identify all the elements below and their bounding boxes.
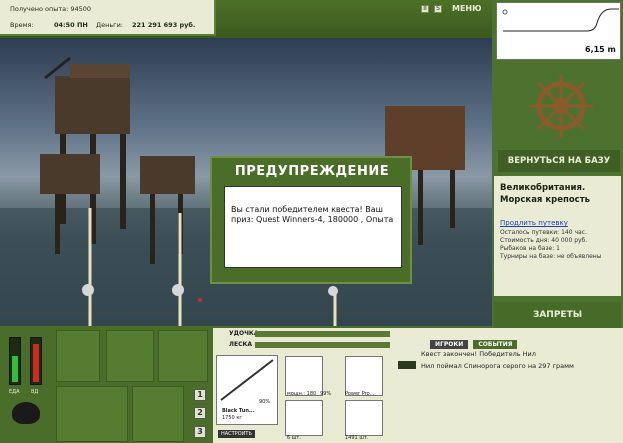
vd-gauge — [30, 337, 42, 385]
line-label: ЛЕСКА — [229, 341, 253, 348]
rod-slot-1-button[interactable]: 1 — [194, 389, 206, 401]
reel-cell[interactable] — [285, 356, 323, 396]
warning-dialog: ПРЕДУПРЕЖДЕНИЕ Вы стали победителем квес… — [210, 156, 412, 284]
location-name: Великобритания. Морская крепость — [500, 183, 591, 205]
tab-players[interactable]: ИГРОКИ — [430, 340, 469, 349]
bag-slot[interactable] — [106, 330, 154, 382]
reel-percent: 99% — [320, 391, 332, 397]
return-to-base-button[interactable]: ВЕРНУТЬСЯ НА БАЗУ — [498, 150, 620, 172]
line-cell[interactable] — [345, 356, 383, 396]
backpack-slot[interactable] — [56, 330, 100, 382]
bucket-slot[interactable] — [132, 386, 184, 442]
info-line: Рыбаков на базе: 1 — [500, 245, 560, 252]
log-message: Квест закончен! Победитель Нил — [421, 350, 536, 358]
hook-caption: 6 шт. — [287, 435, 301, 441]
food-gauge — [9, 337, 21, 385]
rod-case-slot[interactable] — [158, 330, 208, 382]
info-line: Турниры на базе: не объявлены — [500, 253, 602, 260]
info-line: Стоимость дня: 40 000 руб. — [500, 237, 588, 244]
log-message: Нил поймал Спинорога серого на 297 грамм — [421, 362, 574, 370]
extend-trip-link[interactable]: Продлить путевку — [500, 219, 568, 227]
bait-cell[interactable] — [345, 400, 383, 436]
rod-weight: 1750 кг — [222, 415, 242, 421]
xp-label: Получено опыта: 94500 — [10, 5, 92, 13]
rod-tension-bar — [255, 331, 390, 337]
configure-button[interactable]: НАСТРОИТЬ — [218, 430, 255, 438]
sound-icon[interactable]: S — [434, 5, 442, 13]
vd-label: ВД — [31, 389, 39, 395]
rod-name: Black Tun... — [222, 408, 255, 414]
rod-slot-2-button[interactable]: 2 — [194, 407, 206, 419]
bans-button[interactable]: ЗАПРЕТЫ — [494, 302, 621, 328]
bait-caption: 1491 шт. — [345, 435, 369, 441]
money-value: 221 291 693 руб. — [132, 21, 196, 29]
rod-percent: 90% — [259, 399, 271, 405]
time-value: 04:50 ПН — [54, 21, 88, 29]
ship-wheel-icon[interactable] — [526, 68, 596, 148]
time-label: Время: — [10, 21, 34, 29]
food-label: ЕДА — [9, 389, 20, 395]
stats-panel: Получено опыта: 94500 Время: 04:50 ПН Де… — [0, 0, 216, 36]
hook-cell[interactable] — [285, 400, 323, 436]
fish-icon — [398, 361, 416, 369]
log-tabs: ИГРОКИ СОБЫТИЯ — [430, 331, 518, 350]
money-label: Деньги: — [96, 21, 123, 29]
line-caption: Power Pro... — [345, 391, 375, 397]
cauldron-icon[interactable] — [12, 402, 40, 424]
reel-caption: мощн.: 180 — [287, 391, 317, 397]
menu-button[interactable]: МЕНЮ — [452, 4, 482, 13]
basket-slot[interactable] — [56, 386, 128, 442]
info-line: Осталось путевки: 140 час. — [500, 229, 587, 236]
line-tension-bar — [255, 342, 390, 348]
dialog-message: Вы стали победителем квеста! Ваш приз: Q… — [224, 186, 402, 268]
depth-value: 6,15 m — [585, 45, 616, 54]
rod-slot-3-button[interactable]: 3 — [194, 426, 206, 438]
tab-events[interactable]: СОБЫТИЯ — [473, 340, 518, 349]
dialog-title: ПРЕДУПРЕЖДЕНИЕ — [234, 164, 390, 179]
pause-icon[interactable]: II — [421, 5, 429, 13]
